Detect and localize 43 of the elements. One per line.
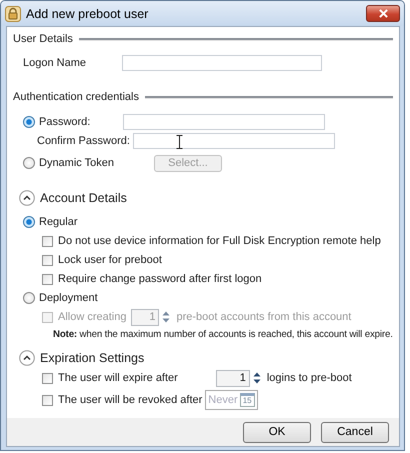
field-label: Confirm Password:	[37, 135, 130, 147]
section-heading: User Details	[13, 33, 73, 45]
padlock-icon	[5, 6, 21, 22]
checkbox[interactable]	[42, 394, 53, 406]
close-icon[interactable]	[378, 9, 388, 18]
counter-label: logins to pre-boot	[266, 372, 352, 384]
checkbox-label: Require change password after first logon	[58, 273, 262, 285]
checkbox-label: The user will be revoked after	[58, 394, 202, 406]
dialog-button[interactable]: OK	[243, 422, 311, 442]
date-field[interactable]: Never 15	[205, 390, 258, 410]
checkbox-label: Lock user for preboot	[58, 254, 162, 266]
section-heading: Expiration Settings	[40, 351, 144, 365]
window-title: Add new preboot user	[26, 6, 148, 20]
counter-label: pre-boot accounts from this account	[176, 311, 352, 323]
checkbox-label: Allow creating	[58, 311, 126, 323]
note-text: Note: when the maximum number of accounts is reached, this account will expire.	[53, 328, 393, 342]
dialog-button[interactable]: Cancel	[321, 422, 389, 442]
confirm-password-field[interactable]	[132, 133, 335, 149]
checkbox-label: Do not use device information for Full Disk Encryption remote help	[58, 235, 381, 247]
radio-label: Password:	[39, 116, 92, 128]
checkbox[interactable]	[42, 254, 53, 266]
checkbox[interactable]	[42, 274, 53, 284]
radio-label: Dynamic Token	[39, 157, 115, 169]
collapse-icon[interactable]	[19, 350, 35, 366]
field-label: Logon Name	[23, 57, 87, 69]
password-field[interactable]	[123, 114, 325, 130]
close-button[interactable]	[366, 5, 400, 22]
section-heading: Account Details	[40, 191, 127, 205]
checkbox-label: The user will expire after	[58, 372, 178, 384]
checkbox[interactable]	[42, 372, 53, 384]
radio-label: Regular	[39, 216, 78, 228]
section-heading: Authentication credentials	[13, 91, 139, 103]
number-field[interactable]: 1	[216, 370, 250, 386]
radio-button[interactable]	[23, 216, 35, 228]
radio-button[interactable]	[23, 292, 35, 304]
logon-name-field[interactable]	[122, 55, 322, 71]
checkbox[interactable]	[42, 236, 53, 246]
radio-button[interactable]	[23, 157, 35, 169]
collapse-icon[interactable]	[19, 190, 35, 206]
text-cursor-icon	[176, 135, 183, 149]
radio-button[interactable]	[23, 116, 35, 128]
radio-label: Deployment	[39, 292, 98, 304]
calendar-icon[interactable]: 15	[240, 393, 255, 407]
